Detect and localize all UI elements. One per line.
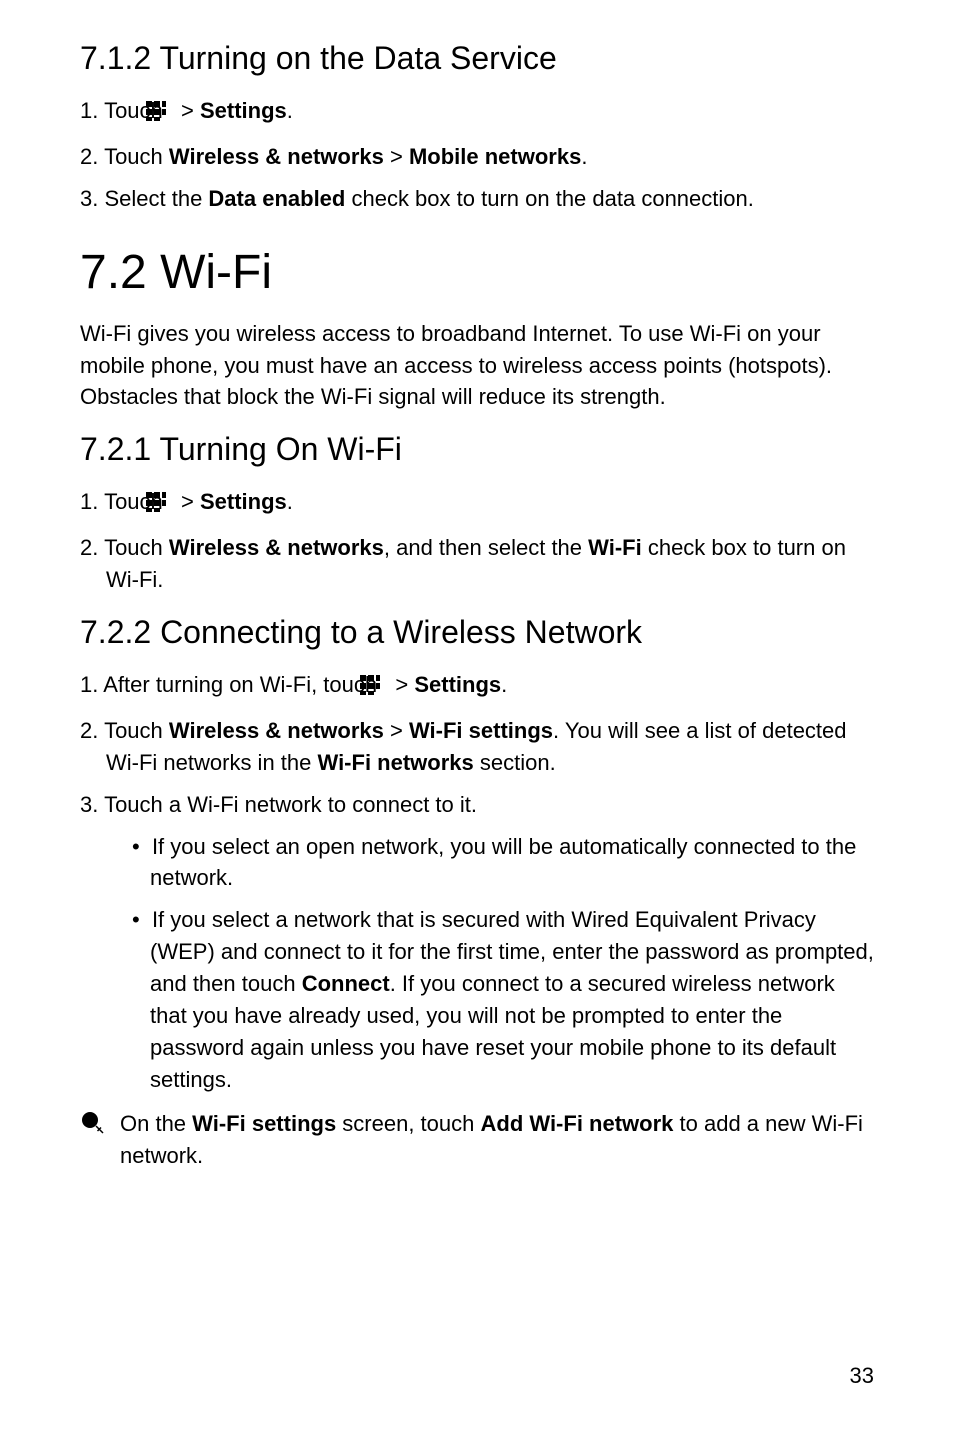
text-bold: Wi-Fi: [588, 535, 642, 560]
text-bold: Wi-Fi settings: [409, 718, 553, 743]
heading-7-2-1: 7.2.1 Turning On Wi-Fi: [80, 431, 874, 468]
text: screen, touch: [336, 1111, 480, 1136]
step-7-2-1-1: 1. Touch > Settings.: [80, 486, 874, 522]
page-content: 7.1.2 Turning on the Data Service 1. Tou…: [0, 0, 954, 1429]
text-bold: Wireless & networks: [169, 718, 384, 743]
text: .: [287, 98, 293, 123]
paragraph-7-2: Wi-Fi gives you wireless access to broad…: [80, 318, 874, 414]
heading-7-2-2: 7.2.2 Connecting to a Wireless Network: [80, 614, 874, 651]
text: 2. Touch: [80, 535, 169, 560]
text: section.: [474, 750, 556, 775]
text-bold: Settings: [200, 489, 287, 514]
text-bold: Wireless & networks: [169, 144, 384, 169]
heading-7-2: 7.2 Wi-Fi: [80, 245, 874, 300]
text: >: [384, 144, 409, 169]
text-bold: Data enabled: [208, 186, 345, 211]
text-bold: Connect: [302, 971, 390, 996]
text-bold: Wireless & networks: [169, 535, 384, 560]
text: If you select an open network, you will …: [150, 834, 856, 891]
text: .: [501, 672, 507, 697]
text: 2. Touch: [80, 718, 169, 743]
text-bold: Settings: [414, 672, 501, 697]
text: .: [581, 144, 587, 169]
page-number: 33: [850, 1363, 874, 1389]
text: On the: [120, 1111, 192, 1136]
text: , and then select the: [384, 535, 588, 560]
text: .: [287, 489, 293, 514]
text: 2. Touch: [80, 144, 169, 169]
step-7-1-2-1: 1. Touch > Settings.: [80, 95, 874, 131]
step-7-1-2-3: 3. Select the Data enabled check box to …: [80, 183, 874, 215]
text: >: [181, 489, 200, 514]
bullet-1: • If you select an open network, you wil…: [80, 831, 874, 895]
text-bold: Mobile networks: [409, 144, 581, 169]
heading-7-1-2: 7.1.2 Turning on the Data Service: [80, 40, 874, 77]
text: >: [395, 672, 414, 697]
step-7-2-2-3: 3. Touch a Wi-Fi network to connect to i…: [80, 789, 874, 821]
bullet-2: • If you select a network that is secure…: [80, 904, 874, 1095]
step-7-2-2-1: 1. After turning on Wi-Fi, touch > Setti…: [80, 669, 874, 705]
text: >: [384, 718, 409, 743]
tip-text: On the Wi-Fi settings screen, touch Add …: [120, 1108, 874, 1172]
text: 3. Select the: [80, 186, 208, 211]
step-7-1-2-2: 2. Touch Wireless & networks > Mobile ne…: [80, 141, 874, 173]
text-bold: Settings: [200, 98, 287, 123]
tip-block: On the Wi-Fi settings screen, touch Add …: [80, 1108, 874, 1172]
step-7-2-1-2: 2. Touch Wireless & networks, and then s…: [80, 532, 874, 596]
tip-icon: [80, 1110, 106, 1141]
text: 1. After turning on Wi-Fi, touch: [80, 672, 383, 697]
text: >: [181, 98, 200, 123]
step-7-2-2-2: 2. Touch Wireless & networks > Wi-Fi set…: [80, 715, 874, 779]
text-bold: Wi-Fi networks: [318, 750, 474, 775]
text-bold: Wi-Fi settings: [192, 1111, 336, 1136]
text-bold: Add Wi-Fi network: [481, 1111, 674, 1136]
text: check box to turn on the data connection…: [345, 186, 754, 211]
